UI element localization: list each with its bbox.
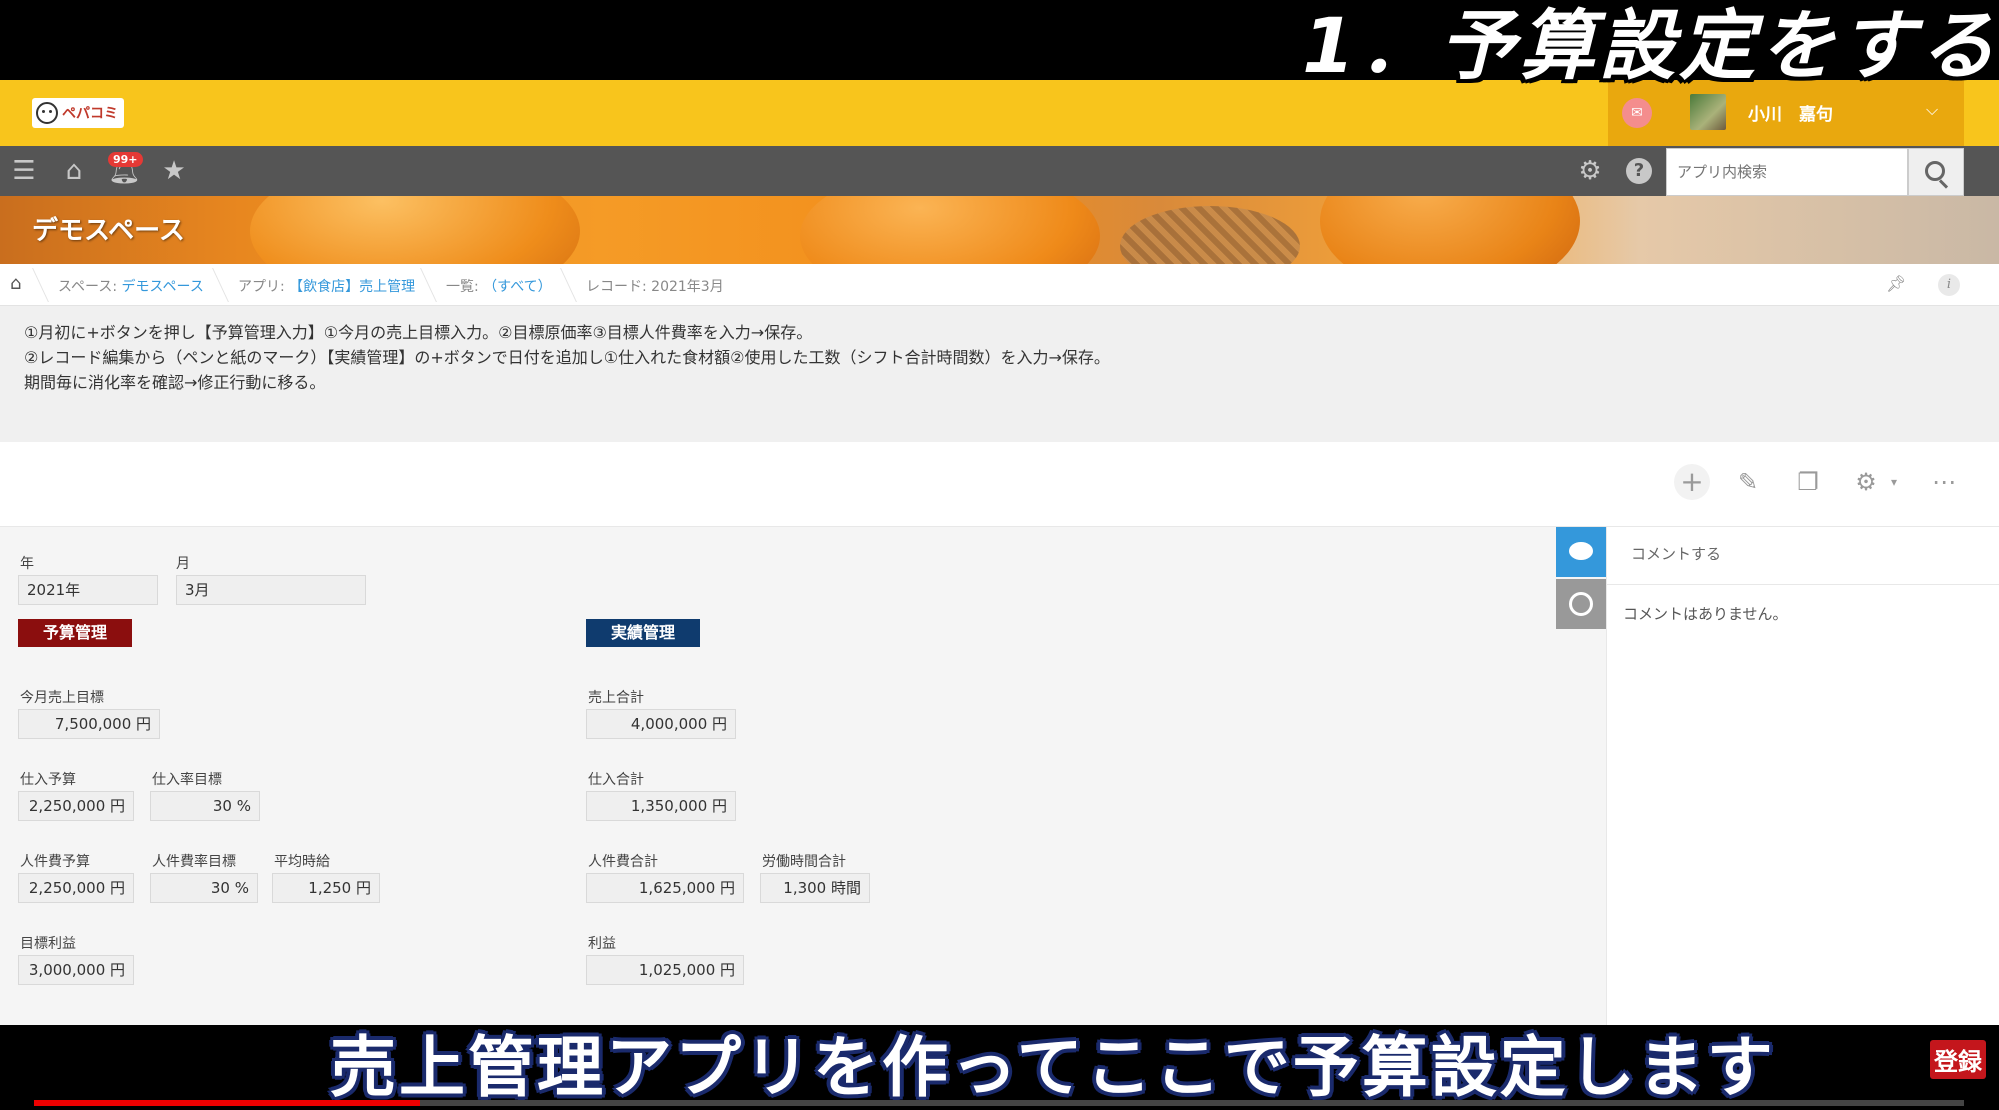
chevron-down-icon[interactable]: ⌵ [1926, 100, 1938, 120]
more-icon[interactable]: ⋯ [1926, 464, 1962, 500]
breadcrumb-app[interactable]: アプリ: 【飲食店】売上管理 [238, 276, 415, 296]
purchase-rate-field[interactable]: 30 % [150, 791, 260, 821]
labor-rate-label: 人件費率目標 [152, 854, 236, 870]
breadcrumb: ⌂ スペース: デモスペース アプリ: 【飲食店】売上管理 一覧: （すべて） … [0, 264, 1999, 306]
profit-target-field[interactable]: 3,000,000 円 [18, 955, 134, 985]
sales-target-label: 今月売上目標 [20, 690, 104, 706]
profit-label: 利益 [588, 936, 616, 952]
kintone-app: ペパコミ ✉ 小川 嘉句 ⌵ ☰ ⌂ 🔔︎ 99+ ★ ⚙ ? アプリ内検索 デ… [0, 80, 1999, 1025]
home-icon[interactable]: ⌂ [10, 275, 28, 293]
subscribe-button[interactable]: 登録 [1930, 1040, 1986, 1079]
record-toolbar: + ✎ ❐ ⚙ ▾ ⋯ [0, 442, 1999, 527]
space-banner: デモスペース [0, 196, 1999, 264]
description-line: ①月初に+ボタンを押し【予算管理入力】①今月の売上目標入力。②目標原価率③目標人… [24, 323, 813, 342]
comment-icon [1569, 542, 1593, 560]
add-record-button[interactable]: + [1674, 464, 1710, 500]
logo[interactable]: ペパコミ [32, 98, 124, 128]
pin-icon[interactable]: 📌︎ [1886, 274, 1906, 293]
labor-budget-field[interactable]: 2,250,000 円 [18, 873, 134, 903]
search-button[interactable] [1908, 148, 1964, 196]
labor-total-label: 人件費合計 [588, 854, 658, 870]
no-comments-text: コメントはありません。 [1623, 605, 1788, 623]
space-title[interactable]: デモスペース [32, 210, 185, 247]
avatar[interactable] [1690, 94, 1726, 130]
nav-bar: ☰ ⌂ 🔔︎ 99+ ★ ⚙ ? [0, 146, 1999, 196]
hourly-wage-label: 平均時給 [274, 854, 330, 870]
description-line: ②レコード編集から（ペンと紙のマーク）【実績管理】の+ボタンで日付を追加し①仕入… [24, 348, 1110, 367]
year-label: 年 [20, 556, 34, 572]
logo-face-icon [36, 102, 58, 124]
search-input[interactable] [1666, 148, 1908, 196]
labor-total-field[interactable]: 1,625,000 円 [586, 873, 744, 903]
video-overlay-title: 1．予算設定をする [1302, 1, 1999, 90]
comment-panel: コメントする コメントはありません。 [1606, 527, 1999, 1025]
actual-section-label: 実績管理 [586, 619, 700, 647]
video-progress-fill [34, 1100, 420, 1106]
year-field[interactable]: 2021年 [18, 575, 158, 605]
profit-field[interactable]: 1,025,000 円 [586, 955, 744, 985]
month-field[interactable]: 3月 [176, 575, 366, 605]
breadcrumb-list[interactable]: 一覧: （すべて） [446, 276, 552, 296]
help-icon[interactable]: ? [1626, 158, 1652, 184]
breadcrumb-space[interactable]: スペース: デモスペース [58, 276, 204, 296]
sales-target-field[interactable]: 7,500,000 円 [18, 709, 160, 739]
budget-section-label: 予算管理 [18, 619, 132, 647]
comment-input[interactable]: コメントする [1607, 527, 1999, 585]
purchase-total-label: 仕入合計 [588, 772, 644, 788]
chevron-down-icon[interactable]: ▾ [1876, 464, 1912, 500]
history-icon [1569, 592, 1593, 616]
notification-badge: 99+ [108, 152, 143, 167]
labor-budget-label: 人件費予算 [20, 854, 90, 870]
menu-icon[interactable]: ☰ [8, 156, 40, 186]
copy-icon[interactable]: ❐ [1790, 464, 1826, 500]
tab-history[interactable] [1556, 579, 1606, 629]
labor-rate-field[interactable]: 30 % [150, 873, 258, 903]
search-icon [1925, 161, 1945, 181]
hourly-wage-field[interactable]: 1,250 円 [272, 873, 380, 903]
work-hours-field[interactable]: 1,300 時間 [760, 873, 870, 903]
info-icon[interactable]: i [1938, 274, 1960, 296]
logo-text: ペパコミ [62, 106, 118, 122]
sales-total-label: 売上合計 [588, 690, 644, 706]
purchase-budget-field[interactable]: 2,250,000 円 [18, 791, 134, 821]
star-icon[interactable]: ★ [158, 156, 190, 186]
home-icon[interactable]: ⌂ [58, 156, 90, 186]
record-form: 年 2021年 月 3月 予算管理 実績管理 今月売上目標 7,500,000 … [0, 527, 1556, 1025]
video-frame: 1．予算設定をする ペパコミ ✉ 小川 嘉句 ⌵ ☰ ⌂ 🔔︎ 99+ ★ ⚙ … [0, 0, 1999, 1110]
mail-icon[interactable]: ✉ [1622, 98, 1652, 128]
sales-total-field[interactable]: 4,000,000 円 [586, 709, 736, 739]
purchase-rate-label: 仕入率目標 [152, 772, 222, 788]
description-line: 期間毎に消化率を確認→修正行動に移る。 [24, 373, 326, 392]
edit-icon[interactable]: ✎ [1730, 464, 1766, 500]
app-description: ①月初に+ボタンを押し【予算管理入力】①今月の売上目標入力。②目標原価率③目標人… [0, 306, 1999, 442]
breadcrumb-record: レコード: 2021年3月 [586, 279, 724, 295]
profit-target-label: 目標利益 [20, 936, 76, 952]
gear-icon[interactable]: ⚙ [1574, 156, 1606, 186]
work-hours-label: 労働時間合計 [762, 854, 846, 870]
user-name[interactable]: 小川 嘉句 [1748, 100, 1833, 125]
purchase-total-field[interactable]: 1,350,000 円 [586, 791, 736, 821]
purchase-budget-label: 仕入予算 [20, 772, 76, 788]
tab-comments[interactable] [1556, 527, 1606, 577]
month-label: 月 [176, 556, 190, 572]
side-tabs [1556, 527, 1606, 631]
video-subtitle: 売上管理アプリを作ってここで予算設定します [330, 1029, 1776, 1106]
